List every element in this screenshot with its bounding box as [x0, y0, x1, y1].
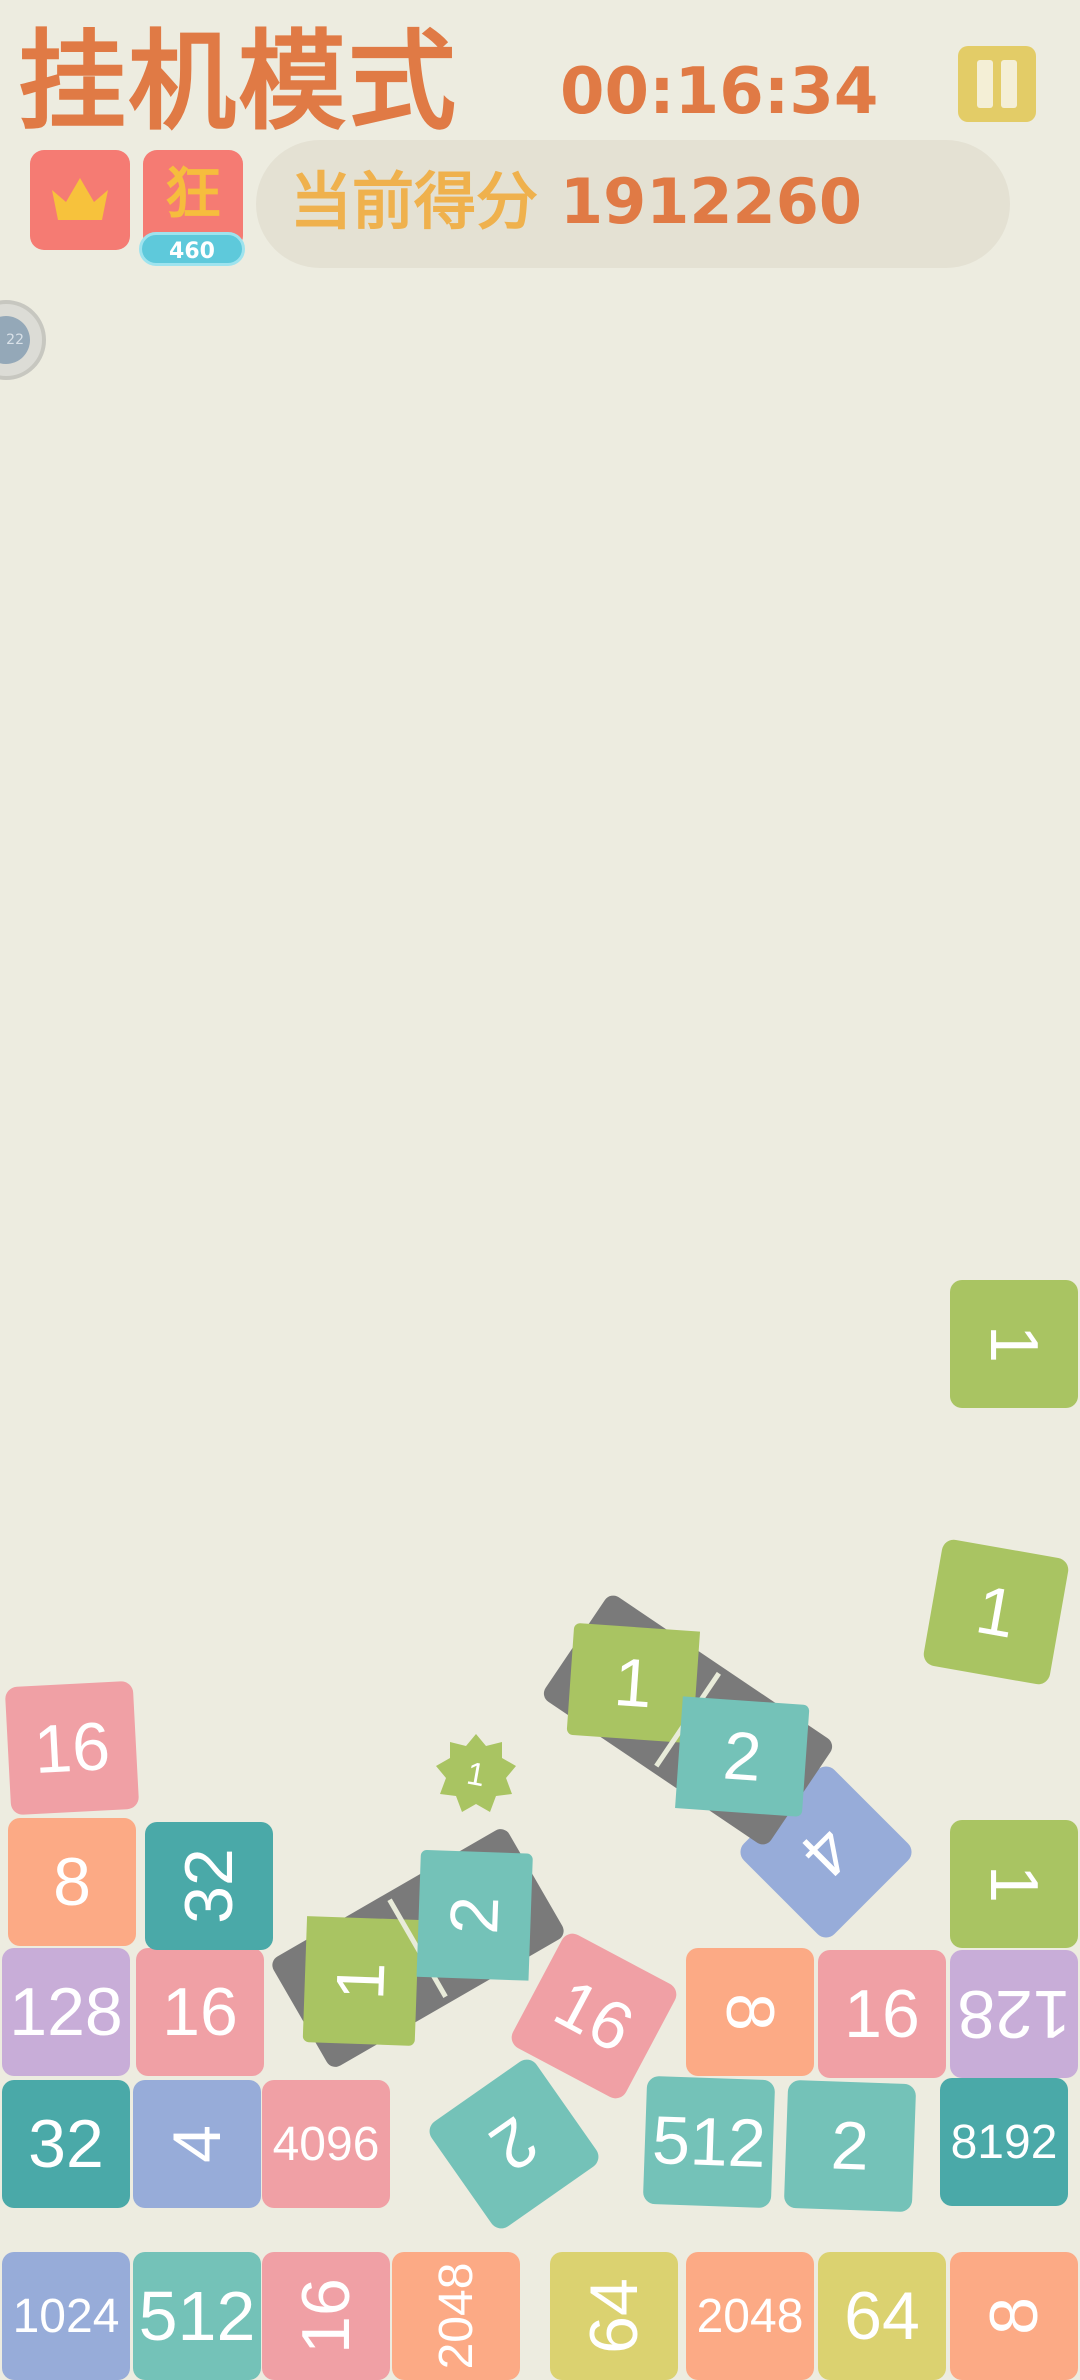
tile: 128: [2, 1948, 130, 2076]
crown-icon: [52, 178, 108, 220]
tile: 8: [8, 1818, 136, 1946]
score-label: 当前得分: [290, 165, 539, 238]
tile: 16: [4, 1680, 140, 1816]
tile: 1: [950, 1820, 1078, 1948]
tile: 8: [686, 1948, 814, 2076]
domino-piece[interactable]: 1 2: [540, 1591, 836, 1849]
tile: 32: [145, 1822, 273, 1950]
score-value: 1912260: [560, 165, 862, 238]
tile: 2: [424, 2054, 604, 2234]
star-bonus-icon: 1: [434, 1732, 518, 1816]
tile: 8: [950, 2252, 1078, 2380]
tile: 16: [818, 1950, 946, 2078]
tile: 2: [783, 2079, 917, 2213]
game-screen: 挂机模式 00:16:34 狂 460 当前得分 1912260 22 1024…: [0, 0, 1080, 2380]
falling-tile: 1: [921, 1537, 1071, 1687]
tile: 512: [642, 2075, 776, 2209]
elapsed-timer: 00:16:34: [560, 55, 879, 129]
game-mode-title: 挂机模式: [18, 20, 459, 145]
tile: 512: [133, 2252, 261, 2380]
domino-half: 2: [416, 1849, 533, 1981]
tile: 16: [136, 1948, 264, 2076]
mad-mode-label: 狂: [165, 162, 221, 227]
side-indicator[interactable]: 22: [0, 300, 46, 380]
falling-tile: 1: [950, 1280, 1078, 1408]
tile: 4096: [262, 2080, 390, 2208]
domino-half: 2: [675, 1696, 810, 1817]
tile: 1024: [2, 2252, 130, 2380]
tile: 2048: [392, 2252, 520, 2380]
crown-button[interactable]: [30, 150, 130, 250]
side-indicator-text: 22: [0, 316, 30, 364]
tile: 16: [262, 2252, 390, 2380]
tile: 2048: [686, 2252, 814, 2380]
pause-icon: [977, 60, 993, 108]
pause-button[interactable]: [958, 46, 1036, 122]
tile: 4: [133, 2080, 261, 2208]
tile: 32: [2, 2080, 130, 2208]
tile: 64: [818, 2252, 946, 2380]
tile: 128: [950, 1950, 1078, 2078]
mad-mode-count-badge: 460: [139, 232, 245, 266]
domino-half: 1: [302, 1916, 420, 2046]
tile: 8192: [940, 2078, 1068, 2206]
pause-icon-bar: [1001, 60, 1017, 108]
tile: 64: [550, 2252, 678, 2380]
star-bonus-label: 1: [464, 1754, 488, 1793]
